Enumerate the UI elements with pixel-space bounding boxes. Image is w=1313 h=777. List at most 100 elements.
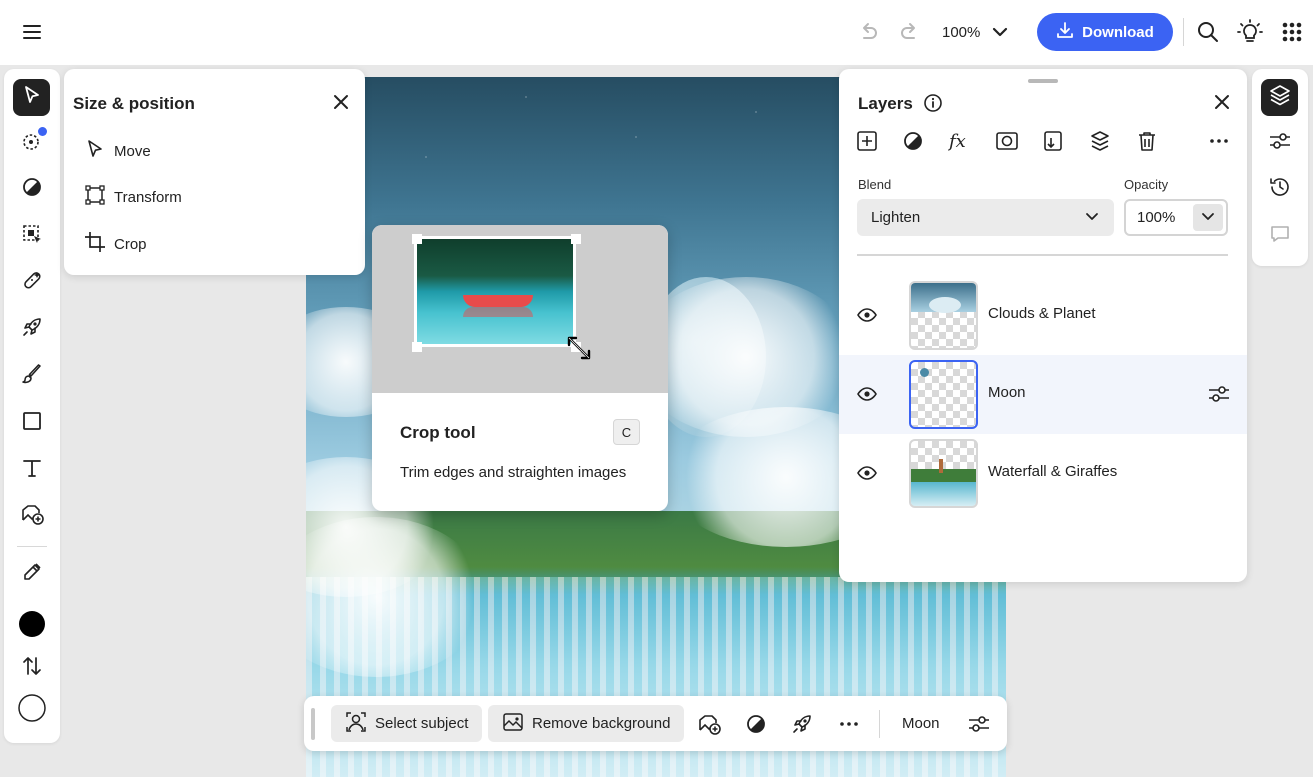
heal-tool-button[interactable] — [13, 264, 50, 301]
taskbar-drag-handle[interactable] — [311, 708, 315, 740]
tooltip-preview-photo — [414, 236, 576, 347]
adjustment-layer-icon[interactable] — [901, 129, 925, 153]
opacity-dropdown-button[interactable] — [1193, 204, 1223, 231]
select-subject-button[interactable]: Select subject — [331, 705, 483, 742]
panel-title: Layers — [858, 94, 913, 113]
contrast-icon — [21, 176, 43, 203]
quick-actions-tool-button[interactable] — [13, 311, 50, 348]
crop-handle — [412, 234, 422, 244]
layer-thumbnail — [909, 281, 978, 350]
bandage-icon — [21, 269, 43, 296]
select-tool-button[interactable] — [13, 79, 50, 116]
undo-icon[interactable] — [854, 18, 882, 46]
remove-background-button[interactable]: Remove background — [488, 705, 685, 742]
eye-icon[interactable] — [857, 384, 877, 404]
eye-icon[interactable] — [857, 305, 877, 325]
clip-layer-icon[interactable] — [1041, 129, 1065, 153]
swap-colors-button[interactable] — [13, 650, 50, 687]
layer-thumbnail — [909, 360, 978, 429]
background-color-swatch[interactable] — [13, 692, 50, 729]
layers-icon — [1269, 84, 1291, 111]
color-swatch-icon — [17, 609, 47, 644]
lightbulb-icon[interactable] — [1236, 18, 1264, 46]
move-tool-item[interactable]: Move — [84, 137, 151, 165]
layer-row-waterfall-giraffes[interactable]: Waterfall & Giraffes — [839, 434, 1247, 513]
history-icon — [1269, 176, 1291, 203]
apps-grid-icon[interactable] — [1278, 18, 1306, 46]
rocket-icon — [21, 316, 43, 343]
move-pointer-icon — [84, 138, 106, 164]
download-label: Download — [1082, 23, 1154, 41]
more-options-icon[interactable] — [1207, 129, 1231, 153]
sliders-icon[interactable] — [966, 711, 992, 737]
transform-icon — [84, 184, 106, 210]
remove-background-icon — [502, 711, 524, 737]
transform-label: Transform — [114, 188, 182, 206]
chevron-down-icon[interactable] — [986, 18, 1014, 46]
eye-icon[interactable] — [857, 463, 877, 483]
blend-label: Blend — [858, 177, 892, 192]
text-tool-button[interactable] — [13, 452, 50, 489]
blend-mode-select[interactable]: Lighten — [857, 199, 1114, 236]
right-rail — [1252, 69, 1308, 266]
add-layer-icon[interactable] — [855, 129, 879, 153]
resize-arrow-icon — [566, 335, 592, 366]
toolbar-separator — [17, 546, 47, 547]
shape-tool-button[interactable] — [13, 405, 50, 442]
rectangle-icon — [21, 410, 43, 437]
adjust-tool-button[interactable] — [13, 171, 50, 208]
add-image-icon[interactable] — [696, 711, 722, 737]
brush-tool-button[interactable] — [13, 358, 50, 395]
crop-tool-item[interactable]: Crop — [84, 230, 147, 258]
move-label: Move — [114, 142, 151, 160]
layers-panel: Layers fx Blend Opacity Lighten 100% Clo… — [839, 69, 1247, 582]
more-options-icon[interactable] — [836, 711, 862, 737]
merge-layers-icon[interactable] — [1088, 129, 1112, 153]
svg-text:fx: fx — [948, 131, 966, 152]
color-swatch-icon — [17, 693, 47, 728]
panel-drag-handle[interactable] — [1028, 79, 1058, 83]
active-layer-name: Moon — [902, 715, 940, 732]
object-select-icon — [21, 223, 43, 250]
toolbar-divider — [1183, 18, 1184, 46]
swap-arrows-icon — [21, 655, 43, 682]
opacity-value: 100% — [1137, 209, 1176, 226]
fx-icon[interactable]: fx — [948, 129, 972, 153]
delete-layer-icon[interactable] — [1135, 129, 1159, 153]
crop-handle — [412, 342, 422, 352]
eyedropper-icon — [21, 561, 43, 588]
layer-properties-icon[interactable] — [1207, 383, 1231, 405]
contextual-task-bar: Select subject Remove background Moon — [304, 696, 1007, 751]
rocket-icon[interactable] — [789, 711, 815, 737]
quick-selection-tool-button[interactable] — [13, 125, 50, 162]
layer-name: Moon — [988, 384, 1026, 401]
add-image-tool-button[interactable] — [13, 498, 50, 535]
contrast-icon[interactable] — [743, 711, 769, 737]
hamburger-menu-icon[interactable] — [20, 20, 44, 44]
opacity-field[interactable]: 100% — [1124, 199, 1228, 236]
close-icon[interactable] — [332, 93, 350, 111]
zoom-level[interactable]: 100% — [942, 24, 980, 41]
close-icon[interactable] — [1213, 93, 1231, 111]
pointer-icon — [21, 84, 43, 111]
history-panel-button[interactable] — [1261, 171, 1298, 208]
eyedropper-tool-button[interactable] — [13, 556, 50, 593]
mask-icon[interactable] — [995, 129, 1019, 153]
foreground-color-swatch[interactable] — [13, 608, 50, 645]
chevron-down-icon — [1084, 208, 1100, 228]
comments-panel-button[interactable] — [1261, 218, 1298, 255]
layers-panel-button[interactable] — [1261, 79, 1298, 116]
download-button[interactable]: Download — [1037, 13, 1173, 51]
canoe-reflection — [463, 307, 533, 317]
shortcut-key: C — [613, 419, 640, 445]
transform-tool-item[interactable]: Transform — [84, 183, 182, 211]
object-select-tool-button[interactable] — [13, 218, 50, 255]
crop-icon — [84, 231, 106, 257]
adjustments-panel-button[interactable] — [1261, 125, 1298, 162]
layer-row-moon[interactable]: Moon — [839, 355, 1247, 434]
remove-background-label: Remove background — [532, 715, 671, 732]
search-icon[interactable] — [1194, 18, 1222, 46]
info-icon[interactable] — [923, 93, 943, 113]
layer-row-clouds-planet[interactable]: Clouds & Planet — [839, 276, 1247, 355]
redo-icon[interactable] — [896, 18, 924, 46]
